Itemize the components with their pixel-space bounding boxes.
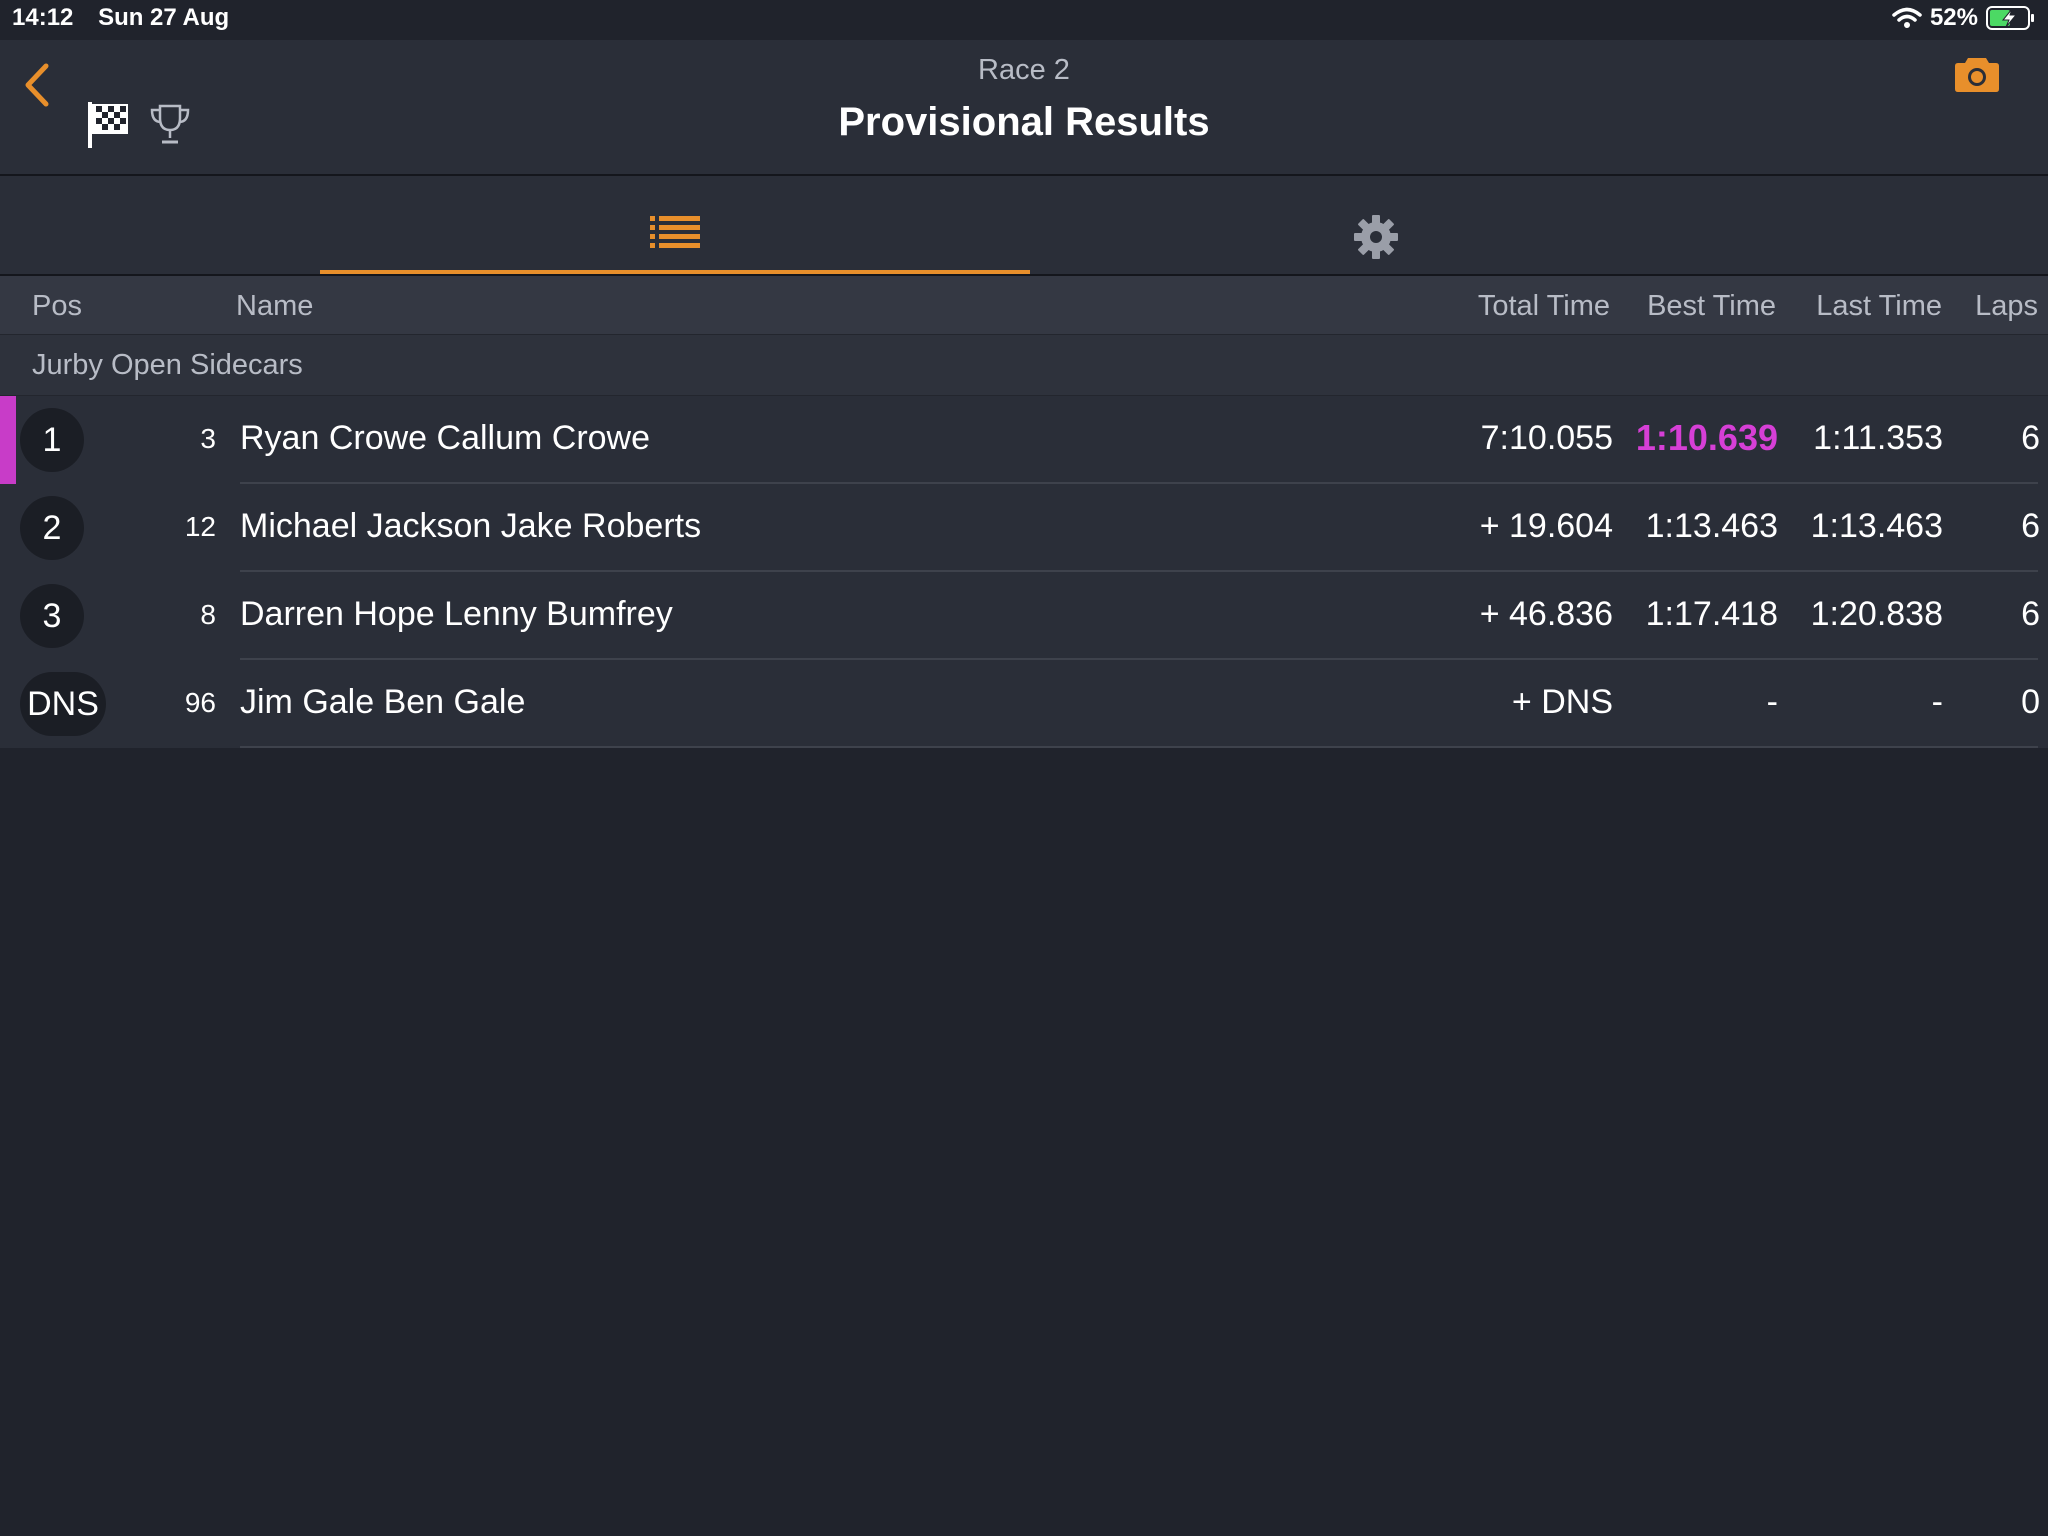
col-total-time: Total Time	[1477, 290, 1610, 322]
result-row[interactable]: 3 8 Darren Hope Lenny Bumfrey + 46.836 1…	[0, 572, 2048, 660]
tab-bar	[0, 176, 2048, 276]
active-tab-indicator	[320, 270, 1030, 274]
results-column-header: Pos Name Total Time Best Time Last Time …	[0, 276, 2048, 335]
laps: 6	[2021, 507, 2040, 545]
col-best-time: Best Time	[1647, 290, 1776, 322]
laps: 0	[2021, 683, 2040, 721]
col-laps: Laps	[1975, 290, 2038, 322]
laps: 6	[2021, 595, 2040, 633]
col-pos: Pos	[32, 290, 82, 322]
battery-percent: 52%	[1929, 4, 1978, 31]
status-bar: 14:12 Sun 27 Aug 52%	[0, 0, 2048, 40]
class-name: Jurby Open Sidecars	[32, 349, 303, 381]
tab-results-list[interactable]	[320, 176, 1030, 274]
rider-number: 3	[200, 423, 216, 454]
wifi-icon	[1892, 7, 1922, 28]
position-badge: 3	[20, 584, 84, 648]
best-time: 1:13.463	[1645, 507, 1778, 545]
status-date: Sun 27 Aug	[98, 4, 230, 31]
battery-charging-icon	[1986, 6, 2034, 30]
total-time: 7:10.055	[1480, 419, 1613, 457]
total-time: + DNS	[1511, 683, 1613, 721]
position-badge: 1	[20, 408, 84, 472]
page-title: Provisional Results	[838, 100, 1210, 144]
status-time: 14:12	[12, 4, 74, 31]
list-icon	[650, 216, 700, 248]
last-time: 1:13.463	[1810, 507, 1943, 545]
rider-number: 12	[184, 511, 216, 542]
rider-number: 8	[200, 599, 216, 630]
last-time: 1:20.838	[1810, 595, 1943, 633]
class-group-header: Jurby Open Sidecars	[0, 335, 2048, 396]
col-last-time: Last Time	[1816, 290, 1942, 322]
row-divider	[240, 746, 2038, 748]
tab-settings[interactable]	[1030, 176, 1722, 274]
race-subtitle: Race 2	[978, 54, 1070, 86]
last-time: -	[1931, 683, 1943, 721]
results-list: 1 3 Ryan Crowe Callum Crowe 7:10.055 1:1…	[0, 396, 2048, 748]
rider-names: Jim Gale Ben Gale	[240, 683, 526, 721]
nav-header: Race 2 Provisional Results	[0, 40, 2048, 176]
gear-icon	[1354, 215, 1398, 259]
rider-names: Darren Hope Lenny Bumfrey	[240, 595, 673, 633]
last-time: 1:11.353	[1813, 419, 1943, 457]
camera-icon	[1955, 58, 1999, 92]
rider-number: 96	[184, 687, 216, 718]
result-row[interactable]: DNS 96 Jim Gale Ben Gale + DNS - - 0	[0, 660, 2048, 748]
best-time: 1:10.639	[1635, 417, 1778, 458]
result-row[interactable]: 1 3 Ryan Crowe Callum Crowe 7:10.055 1:1…	[0, 396, 2048, 484]
rider-names: Ryan Crowe Callum Crowe	[240, 419, 651, 457]
col-name: Name	[236, 290, 314, 322]
total-time: + 46.836	[1479, 595, 1613, 633]
result-row[interactable]: 2 12 Michael Jackson Jake Roberts + 19.6…	[0, 484, 2048, 572]
best-time: -	[1766, 683, 1778, 721]
laps: 6	[2021, 419, 2040, 457]
position-badge: DNS	[20, 672, 106, 736]
best-time: 1:17.418	[1645, 595, 1778, 633]
camera-button[interactable]	[1954, 54, 2000, 99]
position-badge: 2	[20, 496, 84, 560]
rider-names: Michael Jackson Jake Roberts	[240, 507, 702, 545]
leader-marker	[0, 396, 16, 484]
total-time: + 19.604	[1479, 507, 1613, 545]
